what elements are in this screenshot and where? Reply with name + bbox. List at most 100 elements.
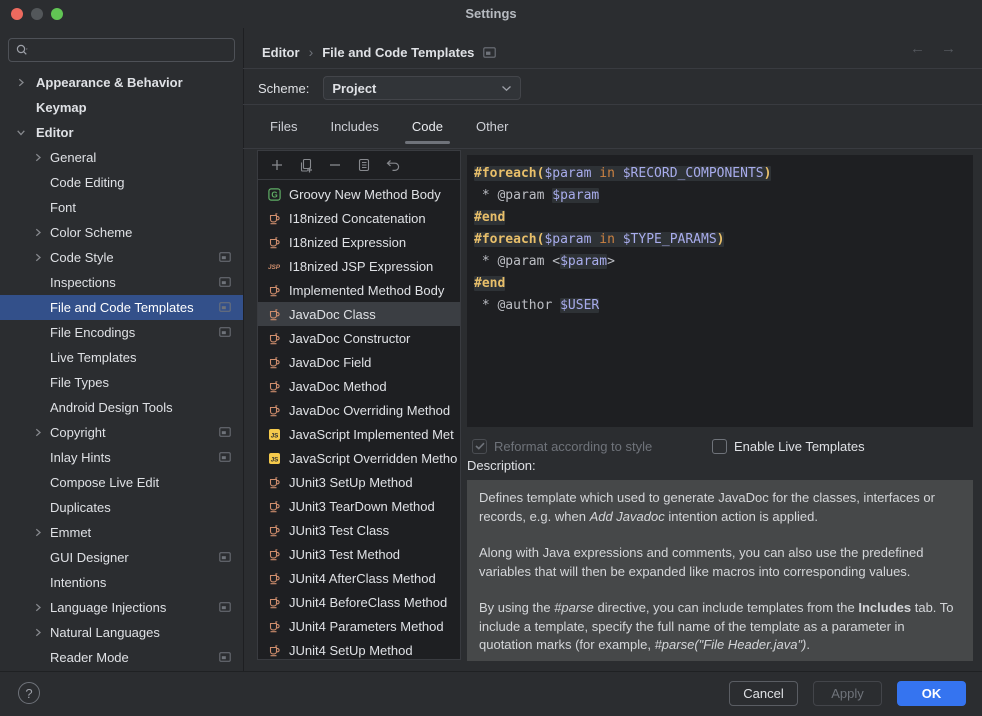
sidebar-item[interactable]: Keymap (0, 95, 243, 120)
template-list-item[interactable]: I18nized Expression (258, 230, 460, 254)
chevron-icon[interactable] (34, 403, 42, 411)
sidebar-item[interactable]: Copyright (0, 420, 243, 445)
java-cup-icon (267, 284, 281, 297)
reset-to-default-button[interactable] (385, 157, 401, 173)
sidebar-item[interactable]: Natural Languages (0, 620, 243, 645)
enable-live-templates-checkbox[interactable]: Enable Live Templates (712, 439, 865, 454)
template-list-item[interactable]: JUnit3 Test Method (258, 542, 460, 566)
template-label: I18nized Expression (289, 235, 406, 250)
chevron-icon[interactable] (34, 553, 42, 561)
chevron-icon[interactable] (34, 203, 42, 211)
sidebar-item[interactable]: Inlay Hints (0, 445, 243, 470)
sidebar-item[interactable]: Color Scheme (0, 220, 243, 245)
sidebar-item[interactable]: Emmet (0, 520, 243, 545)
chevron-icon[interactable] (17, 128, 25, 136)
sidebar-item[interactable]: Reader Mode (0, 645, 243, 670)
template-list-item[interactable]: JavaDoc Field (258, 350, 460, 374)
chevron-icon[interactable] (17, 78, 25, 86)
sidebar-item-label: Color Scheme (50, 225, 132, 240)
per-project-settings-icon (219, 252, 231, 262)
template-list-item[interactable]: Implemented Method Body (258, 278, 460, 302)
template-list-item[interactable]: JS JavaScript Overridden Metho (258, 446, 460, 470)
sidebar-item-label: File Types (50, 375, 109, 390)
unchecked-checkbox-icon[interactable] (712, 439, 727, 454)
sidebar-item[interactable]: GUI Designer (0, 545, 243, 570)
sidebar-item[interactable]: General (0, 145, 243, 170)
titlebar: Settings (0, 0, 982, 28)
chevron-icon[interactable] (34, 603, 42, 611)
sidebar-item[interactable]: Appearance & Behavior (0, 70, 243, 95)
sidebar-item[interactable]: Editor (0, 120, 243, 145)
sidebar-item[interactable]: File and Code Templates (0, 295, 243, 320)
chevron-icon[interactable] (34, 153, 42, 161)
create-child-template-button[interactable] (298, 157, 314, 173)
sidebar-item[interactable]: File Encodings (0, 320, 243, 345)
template-list-item[interactable]: G Groovy New Method Body (258, 182, 460, 206)
template-list-item[interactable]: JSP I18nized JSP Expression (258, 254, 460, 278)
template-label: JUnit4 Parameters Method (289, 619, 444, 634)
remove-template-button[interactable] (327, 157, 343, 173)
zoom-window-button[interactable] (51, 8, 63, 20)
ok-button[interactable]: OK (897, 681, 966, 706)
template-list-item[interactable]: JavaDoc Class (258, 302, 460, 326)
template-list-item[interactable]: JavaDoc Method (258, 374, 460, 398)
chevron-icon[interactable] (34, 453, 42, 461)
template-list-item[interactable]: JUnit3 TearDown Method (258, 494, 460, 518)
sidebar-item[interactable]: Duplicates (0, 495, 243, 520)
tab-files[interactable]: Files (267, 112, 300, 146)
scheme-select[interactable]: Project (323, 76, 521, 100)
template-list-item[interactable]: JUnit4 Parameters Method (258, 614, 460, 638)
template-list-item[interactable]: JUnit4 BeforeClass Method (258, 590, 460, 614)
sidebar-item[interactable]: Code Editing (0, 170, 243, 195)
chevron-icon[interactable] (34, 353, 42, 361)
template-list-item[interactable]: JUnit3 Test Class (258, 518, 460, 542)
chevron-icon[interactable] (17, 103, 25, 111)
chevron-icon[interactable] (34, 503, 42, 511)
chevron-icon[interactable] (34, 428, 42, 436)
forward-button[interactable]: → (941, 40, 956, 57)
template-list-item[interactable]: I18nized Concatenation (258, 206, 460, 230)
template-label: JavaDoc Field (289, 355, 371, 370)
chevron-icon[interactable] (34, 653, 42, 661)
help-button[interactable]: ? (18, 682, 40, 704)
template-editor[interactable]: #foreach($param in $RECORD_COMPONENTS) *… (467, 155, 973, 427)
tab-other[interactable]: Other (473, 112, 512, 146)
chevron-icon[interactable] (34, 178, 42, 186)
tab-includes[interactable]: Includes (327, 112, 381, 146)
chevron-icon[interactable] (34, 253, 42, 261)
template-list-item[interactable]: JUnit4 AfterClass Method (258, 566, 460, 590)
chevron-icon[interactable] (34, 628, 42, 636)
chevron-icon[interactable] (34, 228, 42, 236)
cancel-button[interactable]: Cancel (729, 681, 798, 706)
add-template-button[interactable] (269, 157, 285, 173)
sidebar-item[interactable]: Intentions (0, 570, 243, 595)
template-list-item[interactable]: JUnit4 SetUp Method (258, 638, 460, 660)
chevron-icon[interactable] (34, 303, 42, 311)
back-button[interactable]: ← (910, 40, 925, 57)
sidebar-item[interactable]: Compose Live Edit (0, 470, 243, 495)
template-list-item[interactable]: JavaDoc Constructor (258, 326, 460, 350)
chevron-icon[interactable] (34, 478, 42, 486)
chevron-icon[interactable] (34, 328, 42, 336)
sidebar-item-label: Emmet (50, 525, 91, 540)
tab-code[interactable]: Code (409, 112, 446, 146)
sidebar-item[interactable]: File Types (0, 370, 243, 395)
copy-template-button[interactable] (356, 157, 372, 173)
sidebar-item[interactable]: Live Templates (0, 345, 243, 370)
sidebar-item[interactable]: Font (0, 195, 243, 220)
sidebar-item[interactable]: Inspections (0, 270, 243, 295)
close-window-button[interactable] (11, 8, 23, 20)
template-list-item[interactable]: JavaDoc Overriding Method (258, 398, 460, 422)
search-input[interactable] (8, 38, 235, 62)
sidebar-item[interactable]: Android Design Tools (0, 395, 243, 420)
breadcrumb-editor[interactable]: Editor (262, 45, 300, 60)
template-list-item[interactable]: JS JavaScript Implemented Met (258, 422, 460, 446)
sidebar-item[interactable]: Code Style (0, 245, 243, 270)
chevron-icon[interactable] (34, 528, 42, 536)
java-cup-icon (267, 404, 281, 417)
chevron-icon[interactable] (34, 578, 42, 586)
chevron-icon[interactable] (34, 278, 42, 286)
chevron-icon[interactable] (34, 378, 42, 386)
template-list-item[interactable]: JUnit3 SetUp Method (258, 470, 460, 494)
sidebar-item[interactable]: Language Injections (0, 595, 243, 620)
